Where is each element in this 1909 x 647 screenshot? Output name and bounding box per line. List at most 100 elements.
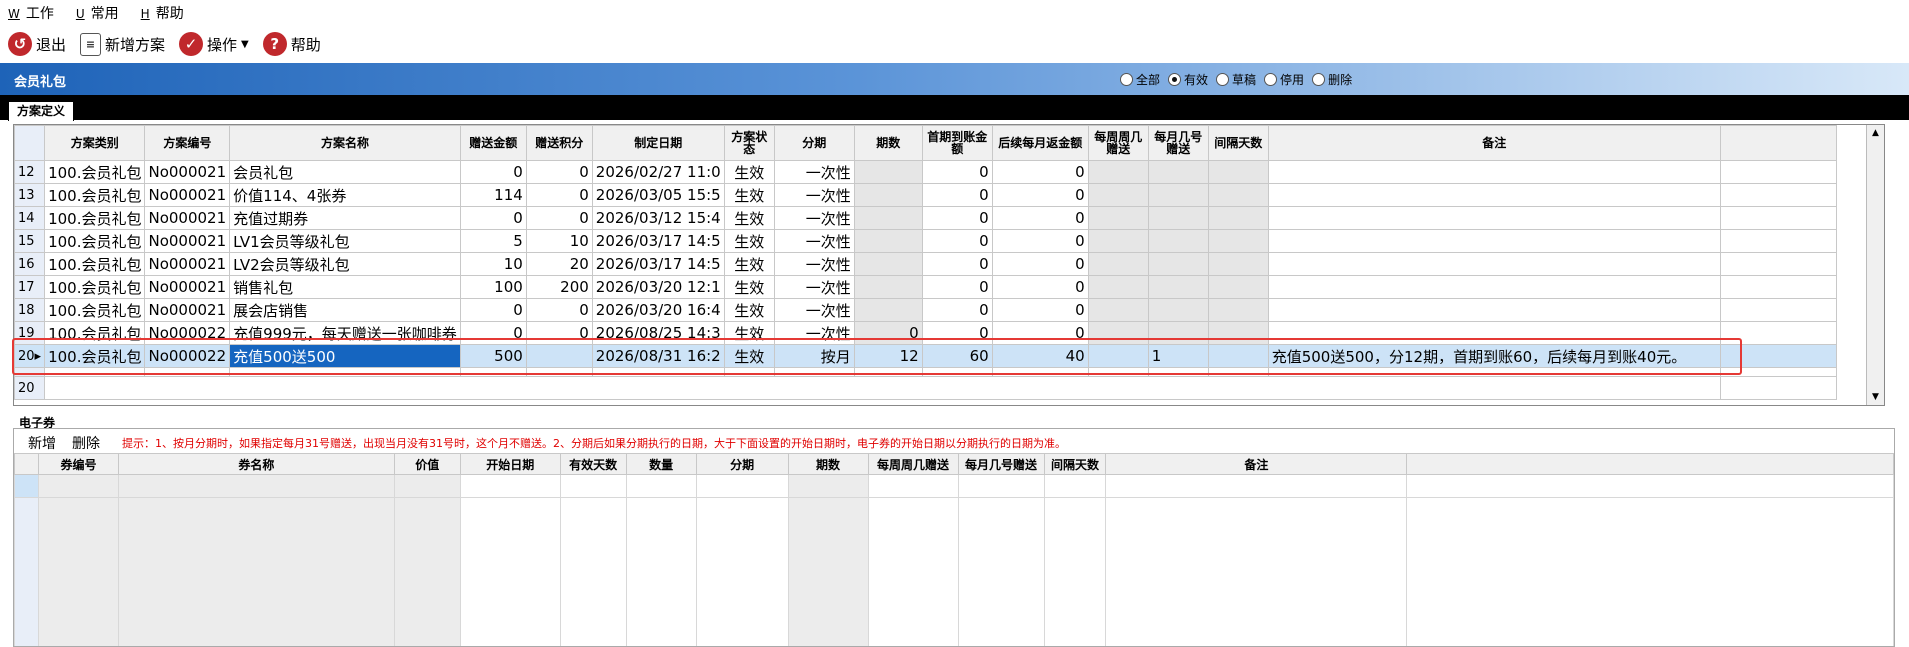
- cell-interval[interactable]: [1207, 229, 1269, 253]
- cell-date[interactable]: 2026/08/25 14:3: [591, 321, 725, 345]
- col-header[interactable]: 每周周几赠送: [1087, 125, 1149, 161]
- cell-periods[interactable]: [853, 298, 923, 322]
- col-header[interactable]: 价值: [393, 453, 461, 475]
- cell[interactable]: [867, 474, 959, 498]
- cell-stage[interactable]: 一次性: [773, 275, 855, 299]
- cell-cat[interactable]: 100.会员礼包: [44, 183, 146, 207]
- col-header[interactable]: 券名称: [117, 453, 395, 475]
- cell-date[interactable]: 2026/03/05 15:5: [591, 183, 725, 207]
- cell-interval[interactable]: [1207, 344, 1269, 368]
- cell-amount[interactable]: 0: [459, 160, 527, 184]
- cell-first[interactable]: 0: [921, 321, 993, 345]
- cell-code[interactable]: No000021: [144, 298, 231, 322]
- cell-periods[interactable]: [853, 183, 923, 207]
- cell-monthday[interactable]: [1147, 298, 1209, 322]
- cell-code[interactable]: No000021: [144, 275, 231, 299]
- cell-interval[interactable]: [1207, 183, 1269, 207]
- cell-first[interactable]: 60: [921, 344, 993, 368]
- cell-first[interactable]: 0: [921, 229, 993, 253]
- vertical-scrollbar[interactable]: ▲ ▼: [1866, 125, 1884, 405]
- menu-work[interactable]: W 工作: [8, 3, 54, 23]
- tab-plan-definition[interactable]: 方案定义: [8, 101, 75, 121]
- menu-common[interactable]: U 常用: [76, 3, 119, 23]
- cell-stage[interactable]: 一次性: [773, 298, 855, 322]
- cell-monthly[interactable]: 0: [991, 252, 1089, 276]
- cell-stage[interactable]: 一次性: [773, 229, 855, 253]
- cell-monthly[interactable]: 0: [991, 229, 1089, 253]
- cell-points[interactable]: 0: [525, 160, 593, 184]
- cell[interactable]: [37, 474, 119, 498]
- cell-date[interactable]: 2026/08/31 16:2: [591, 344, 725, 368]
- cell-weekday[interactable]: [1087, 183, 1149, 207]
- cell-amount[interactable]: 100: [459, 275, 527, 299]
- cell-weekday[interactable]: [1087, 298, 1149, 322]
- col-header[interactable]: 方案类别: [44, 125, 146, 161]
- cell-status[interactable]: 生效: [723, 183, 775, 207]
- col-header[interactable]: 每月几号赠送: [957, 453, 1045, 475]
- cell-points[interactable]: 0: [525, 298, 593, 322]
- cell[interactable]: [695, 474, 789, 498]
- cell-periods[interactable]: [853, 160, 923, 184]
- cell-interval[interactable]: [1207, 275, 1269, 299]
- col-header[interactable]: 期数: [853, 125, 923, 161]
- cell-periods[interactable]: [853, 275, 923, 299]
- cell-cat[interactable]: 100.会员礼包: [44, 344, 146, 368]
- add-coupon-button[interactable]: 新增: [28, 433, 56, 453]
- coupon-row[interactable]: [14, 474, 1894, 498]
- operate-button[interactable]: ✓ 操作 ▼: [179, 32, 249, 56]
- cell-monthday[interactable]: [1147, 206, 1209, 230]
- menu-help[interactable]: H 帮助: [141, 3, 184, 23]
- table-row[interactable]: 14 100.会员礼包 No000021 充值过期券 0 0 2026/03/12 15:4…: [14, 206, 1837, 230]
- col-header[interactable]: 备注: [1105, 453, 1408, 475]
- cell-monthday[interactable]: [1147, 321, 1209, 345]
- cell-monthday[interactable]: [1147, 160, 1209, 184]
- cell-name[interactable]: LV1会员等级礼包: [229, 229, 461, 253]
- filter-draft[interactable]: 草稿: [1216, 71, 1256, 88]
- cell-code[interactable]: No000021: [144, 206, 231, 230]
- table-row[interactable]: 15 100.会员礼包 No000021 LV1会员等级礼包 5 10 2026/03/17…: [14, 229, 1837, 253]
- cell[interactable]: [625, 474, 697, 498]
- cell-remark[interactable]: 充值500送500，分12期，首期到账60，后续每月到账40元。: [1267, 344, 1721, 368]
- cell-weekday[interactable]: [1087, 321, 1149, 345]
- cell-amount[interactable]: 0: [459, 206, 527, 230]
- cell-cat[interactable]: 100.会员礼包: [44, 275, 146, 299]
- table-row[interactable]: 12 100.会员礼包 No000021 会员礼包 0 0 2026/02/27 11:0 生…: [14, 160, 1837, 184]
- cell[interactable]: [787, 474, 869, 498]
- cell-code[interactable]: No000021: [144, 229, 231, 253]
- col-header[interactable]: 方案名称: [229, 125, 461, 161]
- cell-points[interactable]: 0: [525, 321, 593, 345]
- cell-interval[interactable]: [1207, 298, 1269, 322]
- col-header[interactable]: 数量: [625, 453, 697, 475]
- cell-monthly[interactable]: 0: [991, 298, 1089, 322]
- col-header[interactable]: 每月几号赠送: [1147, 125, 1209, 161]
- cell-status[interactable]: 生效: [723, 252, 775, 276]
- cell-monthly[interactable]: 0: [991, 160, 1089, 184]
- cell-periods[interactable]: 12: [853, 344, 923, 368]
- col-header[interactable]: 分期: [695, 453, 789, 475]
- table-row-selected[interactable]: 20▸ 100.会员礼包 No000022 充值500送500 500 2026/08/3…: [14, 344, 1837, 368]
- cell-date[interactable]: 2026/03/17 14:5: [591, 229, 725, 253]
- cell-name[interactable]: 充值500送500: [229, 344, 461, 368]
- row-number[interactable]: 16: [14, 252, 46, 276]
- col-header[interactable]: 首期到账金额: [921, 125, 993, 161]
- row-number[interactable]: 12: [14, 160, 46, 184]
- cell-cat[interactable]: 100.会员礼包: [44, 160, 146, 184]
- cell-date[interactable]: 2026/03/12 15:4: [591, 206, 725, 230]
- cell-points[interactable]: 20: [525, 252, 593, 276]
- cell-stage[interactable]: 一次性: [773, 160, 855, 184]
- cell-interval[interactable]: [1207, 160, 1269, 184]
- table-row[interactable]: 19 100.会员礼包 No000022 充值999元，每天赠送一张咖啡券 0 0 2026…: [14, 321, 1837, 345]
- col-header[interactable]: 后续每月返金额: [991, 125, 1089, 161]
- col-header[interactable]: 备注: [1267, 125, 1721, 161]
- cell-remark[interactable]: [1267, 183, 1721, 207]
- cell-status[interactable]: 生效: [723, 229, 775, 253]
- row-number[interactable]: 19: [14, 321, 46, 345]
- cell-name[interactable]: 会员礼包: [229, 160, 461, 184]
- cell-date[interactable]: 2026/03/20 16:4: [591, 298, 725, 322]
- row-number[interactable]: 15: [14, 229, 46, 253]
- cell-status[interactable]: 生效: [723, 321, 775, 345]
- new-plan-button[interactable]: ≡ 新增方案: [80, 32, 165, 56]
- cell-periods[interactable]: 0: [853, 321, 923, 345]
- cell-monthly[interactable]: 40: [991, 344, 1089, 368]
- exit-button[interactable]: ↺ 退出: [8, 32, 66, 56]
